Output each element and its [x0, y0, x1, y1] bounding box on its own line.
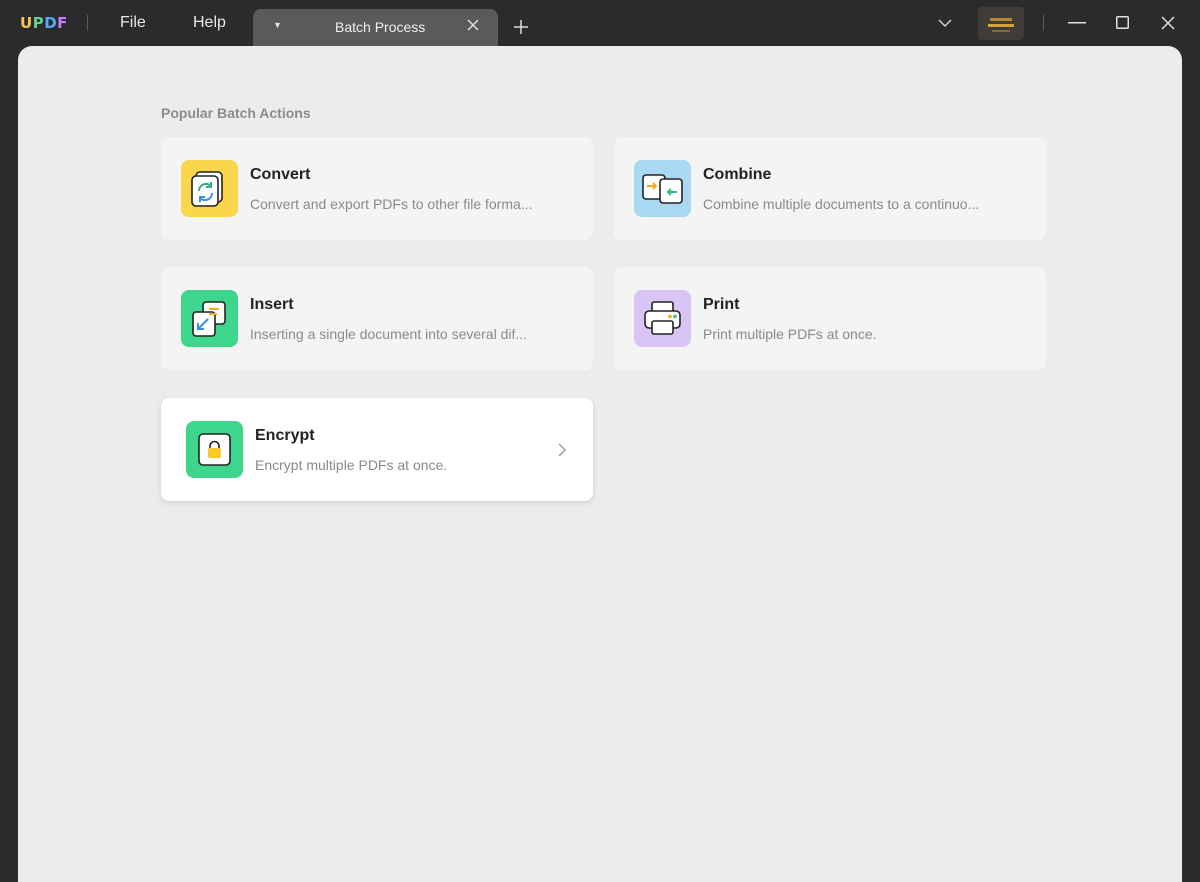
new-tab-icon[interactable]: [512, 18, 530, 36]
chevron-right-icon: [558, 443, 566, 457]
insert-icon: [181, 290, 238, 347]
card-description: Print multiple PDFs at once.: [703, 326, 877, 342]
chevron-down-icon[interactable]: [938, 18, 952, 28]
avatar[interactable]: [978, 7, 1024, 40]
combine-card[interactable]: Combine Combine multiple documents to a …: [614, 137, 1046, 240]
card-description: Convert and export PDFs to other file fo…: [250, 196, 533, 212]
card-title: Encrypt: [255, 427, 315, 444]
title-bar: UPDF File Help ▼ Batch Process: [0, 0, 1200, 46]
lock-icon: [186, 421, 243, 478]
batch-process-panel: Popular Batch Actions Convert Convert an…: [18, 46, 1182, 882]
close-tab-icon[interactable]: [465, 17, 481, 33]
convert-icon: [181, 160, 238, 217]
title-divider: [87, 15, 88, 31]
avatar-emblem-icon: [988, 18, 1014, 32]
combine-icon: [634, 160, 691, 217]
card-title: Convert: [250, 166, 311, 183]
menu-help[interactable]: Help: [193, 14, 226, 32]
card-description: Encrypt multiple PDFs at once.: [255, 457, 448, 473]
insert-card[interactable]: Insert Inserting a single document into …: [161, 267, 593, 370]
close-window-icon[interactable]: [1161, 16, 1175, 30]
print-card[interactable]: Print Print multiple PDFs at once.: [614, 267, 1046, 370]
card-description: Combine multiple documents to a continuo…: [703, 196, 980, 212]
minimize-icon[interactable]: [1068, 22, 1086, 24]
card-description: Inserting a single document into several…: [250, 326, 528, 342]
window-controls-divider: [1043, 15, 1044, 31]
card-title: Insert: [250, 296, 294, 313]
tab-dropdown-icon[interactable]: ▼: [273, 20, 282, 30]
print-icon: [634, 290, 691, 347]
tab-batch-process[interactable]: ▼ Batch Process: [253, 9, 498, 46]
card-title: Print: [703, 296, 740, 313]
tab-title: Batch Process: [335, 19, 426, 35]
updf-logo: UPDF: [20, 14, 68, 32]
convert-card[interactable]: Convert Convert and export PDFs to other…: [161, 137, 593, 240]
maximize-icon[interactable]: [1116, 16, 1129, 29]
card-title: Combine: [703, 166, 772, 183]
encrypt-card[interactable]: Encrypt Encrypt multiple PDFs at once.: [161, 398, 593, 501]
menu-file[interactable]: File: [120, 14, 146, 32]
section-title: Popular Batch Actions: [161, 105, 311, 121]
